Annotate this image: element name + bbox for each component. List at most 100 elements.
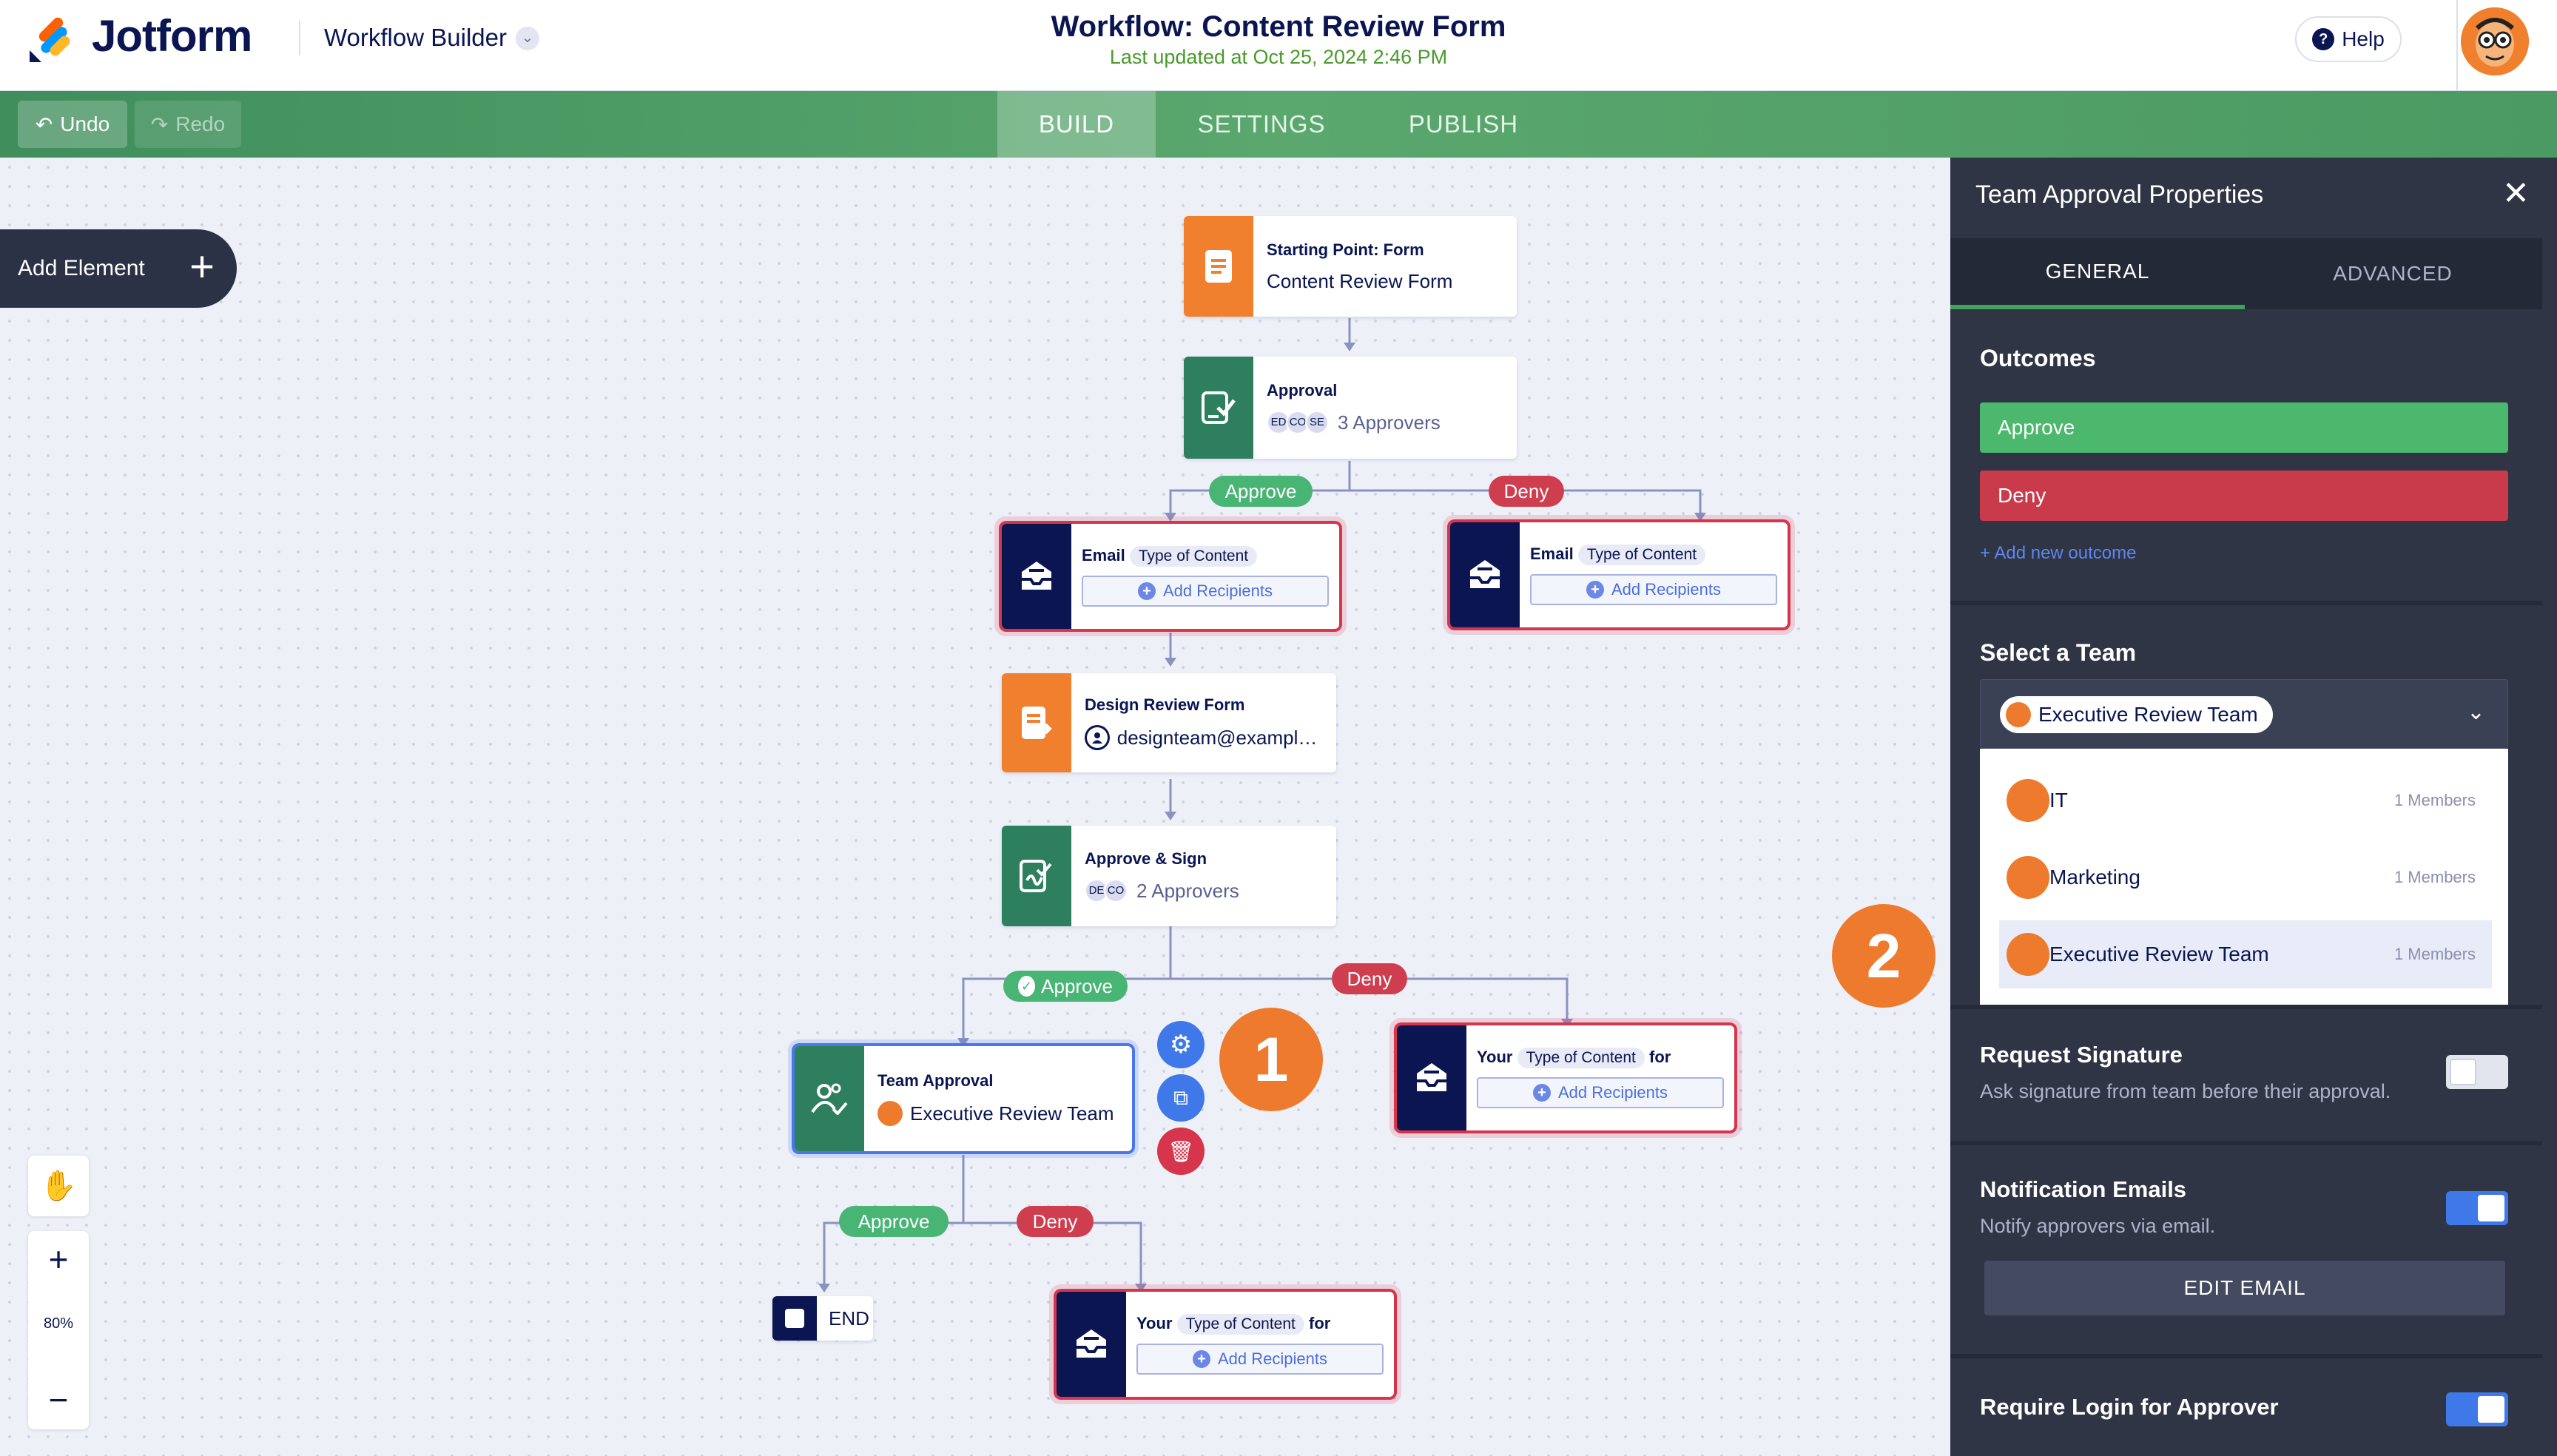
field-chip: Type of Content bbox=[1129, 546, 1258, 567]
undo-button[interactable]: ↶ Undo bbox=[18, 101, 127, 148]
team-option-name: Marketing bbox=[2049, 866, 2140, 889]
team-member-count: 1 Members bbox=[2393, 945, 2476, 963]
team-option-name: Executive Review Team bbox=[2049, 943, 2269, 965]
approve-branch-label[interactable]: Approve bbox=[1209, 476, 1313, 507]
approve-sign-icon bbox=[1002, 826, 1071, 926]
plus-icon: + bbox=[1138, 582, 1156, 600]
approve-branch-text: Approve bbox=[1041, 974, 1113, 997]
recipient-email: designteam@example... bbox=[1116, 726, 1323, 749]
request-signature-toggle[interactable] bbox=[2446, 1055, 2508, 1089]
team-option-executive-review[interactable]: Executive Review Team 1 Members bbox=[1999, 920, 2492, 988]
deny-branch-label[interactable]: Deny bbox=[1332, 963, 1407, 994]
toggle-knob bbox=[2478, 1396, 2504, 1423]
notification-emails-toggle[interactable] bbox=[2446, 1191, 2508, 1225]
jotform-logo-icon[interactable] bbox=[27, 13, 78, 65]
tab-general[interactable]: GENERAL bbox=[1950, 238, 2245, 309]
step-marker-1: 1 bbox=[1219, 1008, 1323, 1111]
add-recipients-button[interactable]: + Add Recipients bbox=[1477, 1077, 1724, 1108]
hand-pan-icon[interactable]: ✋ bbox=[28, 1156, 89, 1216]
email-inbox-icon bbox=[1397, 1025, 1466, 1130]
settings-gear-icon[interactable]: ⚙ bbox=[1157, 1021, 1205, 1068]
approve-branch-label[interactable]: Approve bbox=[839, 1206, 949, 1237]
email-inbox-icon bbox=[1450, 522, 1520, 627]
node-title: Email bbox=[1082, 546, 1125, 564]
add-recipients-label: Add Recipients bbox=[1218, 1349, 1327, 1368]
question-icon: ? bbox=[2312, 28, 2335, 50]
outcome-deny[interactable]: Deny bbox=[1980, 471, 2508, 521]
plus-icon: + bbox=[1586, 581, 1604, 599]
require-login-title: Require Login for Approver bbox=[1980, 1394, 2279, 1420]
team-options-list: IT 1 Members Marketing 1 Members Executi… bbox=[1980, 749, 2508, 1008]
help-button[interactable]: ? Help bbox=[2295, 16, 2402, 62]
tab-publish[interactable]: PUBLISH bbox=[1367, 91, 1560, 158]
team-option-it[interactable]: IT 1 Members bbox=[1999, 766, 2492, 835]
email-inbox-icon bbox=[1057, 1292, 1126, 1397]
node-subtitle: Content Review Form bbox=[1267, 269, 1453, 292]
node-email-approve[interactable]: Email Type of Content + Add Recipients bbox=[1002, 524, 1339, 629]
approver-count: 2 Approvers bbox=[1136, 879, 1239, 902]
edit-email-button[interactable]: EDIT EMAIL bbox=[1984, 1261, 2505, 1315]
node-title: Team Approval bbox=[877, 1071, 994, 1090]
deny-branch-label[interactable]: Deny bbox=[1489, 476, 1564, 507]
toggle-knob bbox=[2478, 1195, 2504, 1221]
team-name: Executive Review Team bbox=[910, 1102, 1114, 1125]
team-bee-icon bbox=[2007, 856, 2049, 899]
workflow-title: Workflow: Content Review Form bbox=[1051, 10, 1506, 43]
builder-switcher-label[interactable]: Workflow Builder bbox=[324, 24, 507, 52]
node-your-email-team-deny[interactable]: Your Type of Content for + Add Recipient… bbox=[1057, 1292, 1394, 1397]
redo-button[interactable]: ↷ Redo bbox=[135, 101, 241, 148]
team-select-dropdown[interactable]: Executive Review Team ⌄ bbox=[1980, 679, 2508, 749]
user-icon bbox=[1085, 725, 1110, 750]
logo-text[interactable]: Jotform bbox=[92, 10, 252, 61]
email-inbox-icon bbox=[1002, 524, 1071, 629]
add-element-button[interactable]: Add Element + bbox=[0, 229, 237, 308]
node-title: Approval bbox=[1267, 381, 1338, 400]
zoom-group: + 80% − bbox=[28, 1231, 89, 1429]
node-prefix: Your bbox=[1136, 1314, 1173, 1332]
duplicate-icon[interactable]: ⧉ bbox=[1157, 1074, 1205, 1122]
notification-emails-title: Notification Emails bbox=[1980, 1176, 2187, 1202]
node-email-deny[interactable]: Email Type of Content + Add Recipients bbox=[1450, 522, 1788, 627]
node-approval[interactable]: Approval ED CO SE 3 Approvers bbox=[1184, 357, 1517, 459]
workflow-builder-app: Jotform Workflow Builder ⌄ Workflow: Con… bbox=[0, 0, 2557, 1456]
add-recipients-button[interactable]: + Add Recipients bbox=[1136, 1344, 1384, 1375]
node-design-review-form[interactable]: Design Review Form designteam@example... bbox=[1002, 673, 1336, 772]
request-signature-subtitle: Ask signature from team before their app… bbox=[1980, 1080, 2391, 1102]
chevron-down-icon[interactable]: ⌄ bbox=[516, 27, 539, 50]
outcome-approve[interactable]: Approve bbox=[1980, 402, 2508, 453]
node-starting-point[interactable]: Starting Point: Form Content Review Form bbox=[1184, 216, 1517, 317]
add-element-label: Add Element bbox=[18, 256, 145, 280]
node-your-email-deny[interactable]: Your Type of Content for + Add Recipient… bbox=[1397, 1025, 1734, 1130]
plus-icon: + bbox=[1533, 1084, 1551, 1102]
redo-icon: ↷ bbox=[150, 112, 169, 136]
node-approve-sign[interactable]: Approve & Sign DE CO 2 Approvers bbox=[1002, 826, 1336, 926]
field-chip: Type of Content bbox=[1176, 1314, 1304, 1335]
node-title: Approve & Sign bbox=[1085, 849, 1207, 868]
tab-build[interactable]: BUILD bbox=[997, 91, 1156, 158]
select-team-heading: Select a Team bbox=[1980, 639, 2137, 666]
notification-emails-subtitle: Notify approvers via email. bbox=[1980, 1215, 2216, 1237]
user-avatar[interactable] bbox=[2461, 7, 2529, 75]
team-option-marketing[interactable]: Marketing 1 Members bbox=[1999, 843, 2492, 911]
add-recipients-button[interactable]: + Add Recipients bbox=[1530, 574, 1777, 605]
zoom-out-button[interactable]: − bbox=[28, 1372, 89, 1428]
close-icon[interactable]: ✕ bbox=[2502, 175, 2530, 212]
deny-branch-label[interactable]: Deny bbox=[1017, 1206, 1094, 1237]
require-login-toggle[interactable] bbox=[2446, 1392, 2508, 1426]
node-team-approval[interactable]: Team Approval Executive Review Team bbox=[795, 1046, 1132, 1151]
trash-icon[interactable]: 🗑 bbox=[1157, 1128, 1205, 1175]
node-end[interactable]: END bbox=[772, 1296, 873, 1341]
field-chip: Type of Content bbox=[1577, 545, 1706, 565]
team-member-count: 1 Members bbox=[2393, 868, 2476, 886]
add-recipients-button[interactable]: + Add Recipients bbox=[1082, 576, 1329, 607]
approver-avatars: DE CO 2 Approvers bbox=[1085, 879, 1239, 903]
tab-advanced[interactable]: ADVANCED bbox=[2245, 238, 2541, 309]
approver-avatars: ED CO SE 3 Approvers bbox=[1267, 411, 1441, 434]
approval-icon bbox=[1184, 357, 1253, 459]
add-outcome-link[interactable]: + Add new outcome bbox=[1980, 543, 2136, 564]
zoom-in-button[interactable]: + bbox=[28, 1231, 89, 1287]
tab-settings[interactable]: SETTINGS bbox=[1156, 91, 1367, 158]
node-title: Design Review Form bbox=[1085, 695, 1245, 714]
approve-branch-label[interactable]: ✓ Approve bbox=[1003, 971, 1128, 1002]
team-option-name: IT bbox=[2049, 789, 2068, 812]
